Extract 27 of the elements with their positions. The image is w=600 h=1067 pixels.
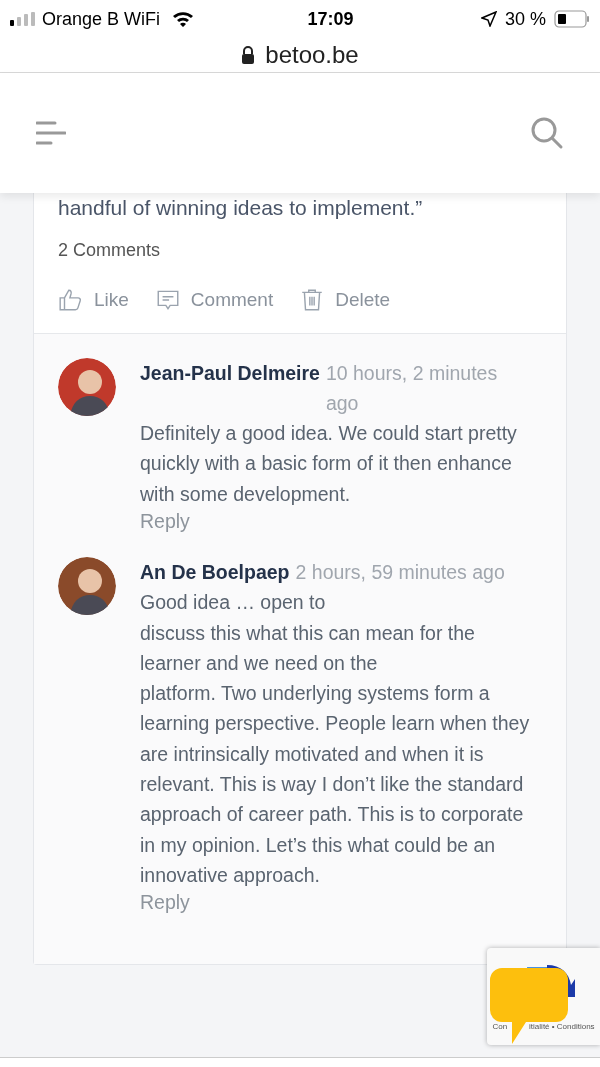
recaptcha-badge[interactable]: Con itialité • Conditions <box>487 948 600 1045</box>
comment-text: Good idea … open to discuss this what this can mean for the learner and we need on the platform. Two underlying systems form a learning perspective. People learn when they are intrinsically motivated and when it is relevant. This is way I don’t like the standard approach of career path. This is to corporate in my opinion. Let’s this what could be an innovative approach. <box>140 590 531 888</box>
comment-author[interactable]: Jean-Paul Delmeire <box>140 357 320 388</box>
carrier-name: Orange B WiFi <box>42 7 161 31</box>
comment-text: Definitely a good idea. We could start pretty quickly with a basic form of it then enhance with some development. <box>140 421 518 507</box>
post-text: handful of winning ideas to implement.” <box>58 195 424 221</box>
recaptcha-text: Con <box>492 1021 508 1033</box>
comment-count: 2 Comments <box>58 239 162 262</box>
lock-icon <box>241 46 256 64</box>
battery-icon <box>554 10 590 28</box>
reply-link[interactable]: Reply <box>140 890 190 915</box>
wifi-icon <box>172 11 195 27</box>
post-action-button[interactable]: Delete <box>299 286 391 315</box>
comment-author[interactable]: An De Boelpaep <box>140 557 290 588</box>
recaptcha-text: itialité • Conditions <box>529 1021 595 1033</box>
comment-time: 10 hours, 2 minutes ago <box>325 360 499 416</box>
search-icon[interactable] <box>530 116 564 150</box>
signal-icon <box>10 12 36 26</box>
url-domain[interactable]: betoo.be <box>265 37 359 73</box>
comment-time: 2 hours, 59 minutes ago <box>295 560 505 585</box>
menu-icon[interactable] <box>36 121 66 145</box>
post-action-button[interactable]: Comment <box>154 286 274 315</box>
clock-time: 17:09 <box>306 7 355 31</box>
location-arrow-icon <box>480 11 497 27</box>
post-action-button[interactable]: Like <box>58 286 129 315</box>
battery-percent: 30 % <box>504 7 546 31</box>
reply-link[interactable]: Reply <box>140 509 190 533</box>
